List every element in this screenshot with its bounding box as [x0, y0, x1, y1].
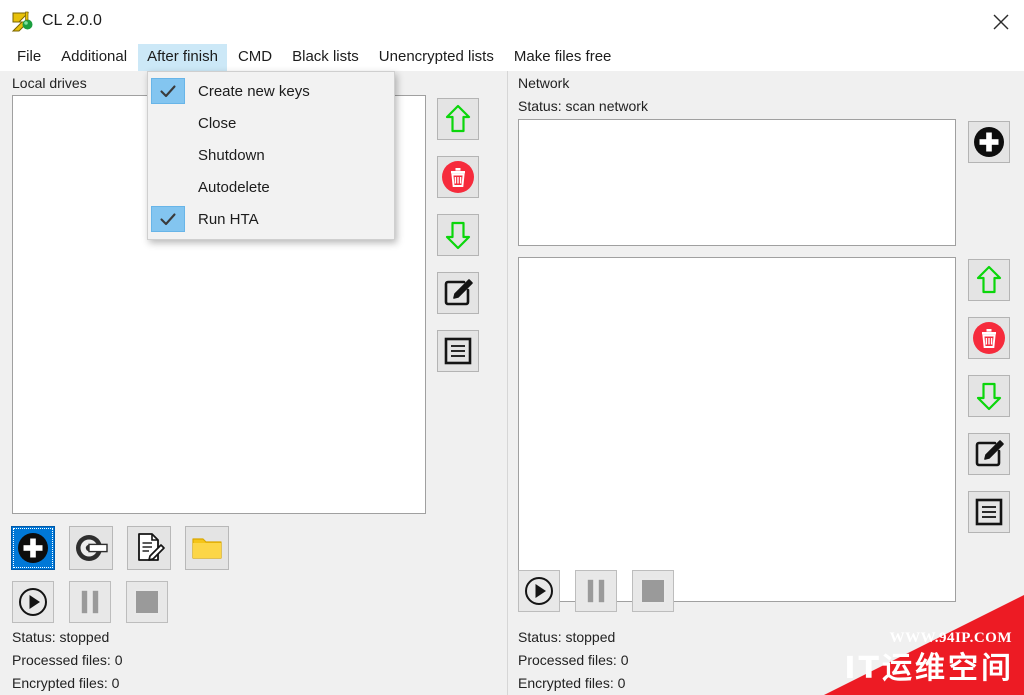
down-arrow-icon — [445, 221, 471, 250]
stop-button[interactable] — [126, 581, 168, 623]
stop-button[interactable] — [632, 570, 674, 612]
pause-icon — [80, 589, 100, 615]
play-icon — [525, 577, 553, 605]
checkmark-slot — [151, 142, 185, 168]
dropdown-item-close[interactable]: Close — [148, 107, 394, 139]
edit-button[interactable] — [437, 272, 479, 314]
add-drive-button[interactable] — [11, 526, 55, 570]
title-bar: CL 2.0.0 — [0, 0, 1024, 44]
checkmark-slot — [151, 174, 185, 200]
add-disc-button[interactable] — [69, 526, 113, 570]
stop-icon — [640, 578, 666, 604]
dropdown-item-label: Autodelete — [198, 178, 270, 196]
pause-button[interactable] — [69, 581, 111, 623]
list-button[interactable] — [437, 330, 479, 372]
close-icon[interactable] — [978, 0, 1024, 44]
move-down-button[interactable] — [968, 375, 1010, 417]
plus-circle-icon — [974, 127, 1004, 157]
archive-icon — [11, 10, 35, 34]
menu-item-make-files-free[interactable]: Make files free — [505, 44, 621, 71]
dropdown-item-label: Close — [198, 114, 237, 132]
right-processed-text: Processed files: 0 — [518, 652, 629, 668]
up-arrow-icon — [445, 104, 471, 133]
edit-button[interactable] — [968, 433, 1010, 475]
trash-icon — [442, 161, 474, 193]
checkmark-icon — [151, 78, 185, 104]
start-button[interactable] — [518, 570, 560, 612]
right-status-text: Status: stopped — [518, 629, 616, 645]
disc-drive-icon — [76, 535, 108, 561]
dropdown-item-label: Create new keys — [198, 82, 310, 100]
play-icon — [19, 588, 47, 616]
menu-item-black-lists[interactable]: Black lists — [283, 44, 368, 71]
network-list-top[interactable] — [518, 119, 956, 246]
add-document-button[interactable] — [127, 526, 171, 570]
local-drives-label: Local drives — [12, 75, 87, 91]
dropdown-item-run-hta[interactable]: Run HTA — [148, 203, 394, 235]
dropdown-item-label: Run HTA — [198, 210, 259, 228]
edit-pencil-icon — [975, 440, 1004, 467]
move-up-button[interactable] — [437, 98, 479, 140]
trash-icon — [973, 322, 1005, 354]
list-lines-icon — [975, 498, 1003, 526]
list-button[interactable] — [968, 491, 1010, 533]
down-arrow-icon — [976, 382, 1002, 411]
menu-item-cmd[interactable]: CMD — [229, 44, 281, 71]
menu-item-unencrypted-lists[interactable]: Unencrypted lists — [370, 44, 503, 71]
start-button[interactable] — [12, 581, 54, 623]
plus-circle-icon — [18, 533, 48, 563]
network-list-bottom[interactable] — [518, 257, 956, 602]
left-status-text: Status: stopped — [12, 629, 110, 645]
left-encrypted-text: Encrypted files: 0 — [12, 675, 120, 691]
up-arrow-icon — [976, 265, 1002, 294]
folder-icon — [192, 538, 222, 559]
checkmark-slot — [151, 110, 185, 136]
add-network-button[interactable] — [968, 121, 1010, 163]
list-lines-icon — [444, 337, 472, 365]
right-encrypted-text: Encrypted files: 0 — [518, 675, 626, 691]
delete-button[interactable] — [437, 156, 479, 198]
delete-button[interactable] — [968, 317, 1010, 359]
network-status-label: Status: scan network — [518, 98, 648, 114]
panel-divider — [507, 71, 508, 695]
edit-pencil-icon — [444, 279, 473, 306]
dropdown-item-label: Shutdown — [198, 146, 265, 164]
menu-item-additional[interactable]: Additional — [52, 44, 136, 71]
checkmark-icon — [151, 206, 185, 232]
window-title: CL 2.0.0 — [42, 12, 102, 29]
document-edit-icon — [138, 533, 165, 561]
dropdown-item-autodelete[interactable]: Autodelete — [148, 171, 394, 203]
pause-icon — [586, 578, 606, 604]
application-window: CL 2.0.0 File Additional After finish CM… — [0, 0, 1024, 695]
stop-icon — [134, 589, 160, 615]
move-up-button[interactable] — [968, 259, 1010, 301]
dropdown-item-create-new-keys[interactable]: Create new keys — [148, 75, 394, 107]
after-finish-dropdown: Create new keys Close Shutdown Autodelet… — [147, 71, 395, 240]
menu-bar: File Additional After finish CMD Black l… — [0, 44, 1024, 71]
dropdown-item-shutdown[interactable]: Shutdown — [148, 139, 394, 171]
pause-button[interactable] — [575, 570, 617, 612]
menu-item-after-finish[interactable]: After finish — [138, 44, 227, 71]
move-down-button[interactable] — [437, 214, 479, 256]
network-label: Network — [518, 75, 570, 91]
add-folder-button[interactable] — [185, 526, 229, 570]
left-processed-text: Processed files: 0 — [12, 652, 123, 668]
menu-item-file[interactable]: File — [8, 44, 50, 71]
